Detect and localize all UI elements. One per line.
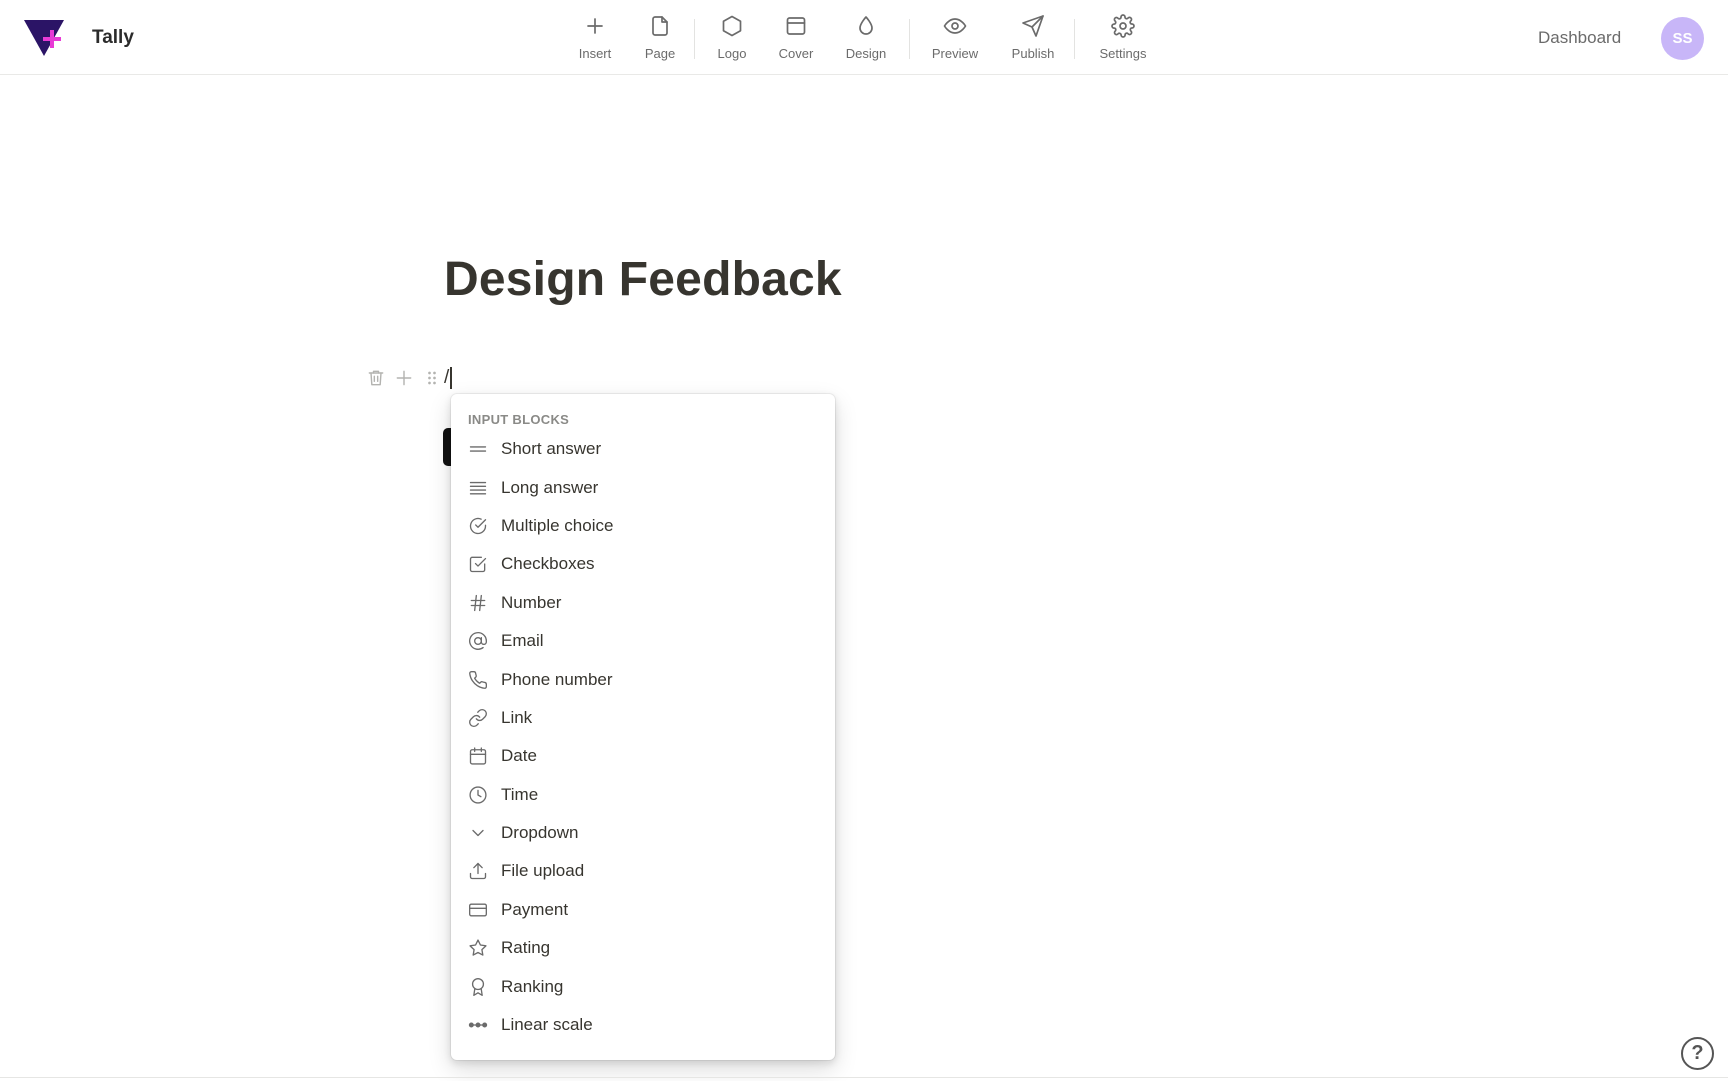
menu-section-header: INPUT BLOCKS [468,412,570,427]
logo-label: Logo [717,46,747,61]
menu-item-file-upload[interactable]: File upload [451,852,835,890]
plus-icon [396,370,412,386]
link-icon [469,708,487,727]
delete-block-button[interactable] [362,364,390,392]
long-answer-icon [469,481,487,495]
checkbox-icon [469,557,487,573]
hash-icon [470,594,486,611]
drag-handle[interactable] [418,364,446,392]
brand[interactable]: Tally [24,18,134,58]
app-name: Tally [92,27,134,48]
eye-icon [943,18,967,34]
plus-icon [587,18,603,34]
settings-button[interactable]: Settings [1083,12,1163,64]
form-title[interactable]: Design Feedback [444,252,842,307]
menu-item-date[interactable]: Date [451,737,835,775]
menu-item-dropdown[interactable]: Dropdown [451,814,835,852]
design-label: Design [845,46,887,61]
menu-item-label: Number [501,592,562,612]
menu-item-label: Link [501,707,533,727]
menu-item-label: Date [501,746,537,766]
menu-item-label: Payment [501,899,569,919]
hexagon-icon [722,15,742,37]
editor-toolbar: Insert Page Logo Cover Design Preview Pu… [560,12,1163,64]
avatar[interactable]: SS [1661,17,1704,60]
tally-logo-icon [24,20,64,56]
award-icon [471,977,485,996]
menu-item-checkboxes[interactable]: Checkboxes [451,545,835,583]
send-icon [1022,15,1044,37]
cover-label: Cover [778,46,814,61]
at-icon [469,632,487,651]
upload-icon [469,863,487,880]
linear-scale-icon [468,1022,488,1028]
short-answer-icon [469,446,487,452]
page-button[interactable]: Page [630,12,690,64]
menu-item-label: Dropdown [501,823,579,843]
block-controls [362,364,446,392]
toolbar-divider [1074,19,1075,59]
publish-button[interactable]: Publish [992,12,1074,64]
publish-label: Publish [1011,46,1055,61]
menu-list: Short answer Long answer Multiple choice… [451,430,835,1044]
design-button[interactable]: Design [831,12,901,64]
gear-icon [1111,14,1135,38]
trash-icon [368,370,384,386]
insert-button[interactable]: Insert [560,12,630,64]
menu-item-label: Short answer [501,439,602,459]
toolbar-divider [694,19,695,59]
menu-item-label: Email [501,631,544,651]
menu-item-label: Phone number [501,669,613,689]
menu-item-label: Multiple choice [501,515,614,535]
menu-item-email[interactable]: Email [451,622,835,660]
menu-item-label: Linear scale [501,1015,593,1035]
input-blocks-menu: INPUT BLOCKS Short answer Long answer Mu… [451,394,835,1060]
menu-item-long-answer[interactable]: Long answer [451,468,835,506]
menu-item-linear-scale[interactable]: Linear scale [451,1006,835,1044]
menu-item-ranking[interactable]: Ranking [451,967,835,1005]
page-icon [652,16,668,36]
cover-button[interactable]: Cover [761,12,831,64]
droplet-icon [859,16,873,35]
menu-item-label: Rating [501,938,551,958]
menu-item-number[interactable]: Number [451,584,835,622]
slash-command-text: / [444,367,450,388]
credit-card-icon [469,903,487,917]
calendar-icon [469,747,487,765]
chevron-down-icon [472,829,484,837]
settings-label: Settings [1099,46,1147,61]
block-text-input[interactable]: / [444,364,452,392]
help-button[interactable]: ? [1681,1037,1714,1070]
menu-item-multiple-choice[interactable]: Multiple choice [451,507,835,545]
circle-check-icon [469,517,487,535]
drag-handle-icon [428,371,436,385]
menu-item-phone-number[interactable]: Phone number [451,660,835,698]
dashboard-link[interactable]: Dashboard [1538,28,1621,48]
menu-item-label: Long answer [501,477,599,497]
menu-item-short-answer[interactable]: Short answer [451,430,835,468]
star-icon [469,939,487,957]
menu-item-label: Ranking [501,976,564,996]
toolbar-divider [909,19,910,59]
clock-icon [469,786,487,804]
top-bar: Tally Insert Page Logo Cover Design Prev… [0,0,1728,75]
menu-item-label: Checkboxes [501,554,595,574]
menu-item-rating[interactable]: Rating [451,929,835,967]
phone-icon [469,670,488,689]
menu-item-label: File upload [501,861,585,881]
logo-button[interactable]: Logo [703,12,761,64]
page-label: Page [644,46,676,61]
menu-item-label: Time [501,784,539,804]
menu-item-time[interactable]: Time [451,776,835,814]
cover-icon [786,17,806,35]
bottom-divider [0,1077,1728,1078]
preview-label: Preview [931,46,979,61]
text-caret [450,366,452,389]
insert-label: Insert [578,46,612,61]
menu-item-payment[interactable]: Payment [451,891,835,929]
preview-button[interactable]: Preview [918,12,992,64]
menu-item-link[interactable]: Link [451,699,835,737]
add-block-button[interactable] [390,364,418,392]
